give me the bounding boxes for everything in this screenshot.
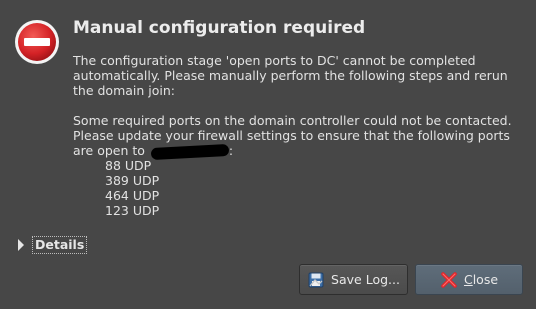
message-line-prefix: are open to xyxy=(73,143,149,158)
details-expander[interactable]: Details xyxy=(18,236,88,254)
expander-arrow-icon xyxy=(18,239,24,251)
save-log-label: Save Log... xyxy=(331,272,400,287)
message-paragraph-2: Some required ports on the domain contro… xyxy=(73,113,528,160)
dialog-title: Manual configuration required xyxy=(73,18,366,38)
port-item: 88 UDP xyxy=(105,158,152,173)
message-paragraph-1: The configuration stage 'open ports to D… xyxy=(73,53,508,98)
dialog-message: The configuration stage 'open ports to D… xyxy=(73,53,528,218)
port-list: 88 UDP 389 UDP 464 UDP 123 UDP xyxy=(105,158,528,218)
message-line: are open to : xyxy=(73,143,528,160)
close-icon xyxy=(441,271,457,288)
message-line: Please update your firewall settings to … xyxy=(73,128,510,143)
port-item: 464 UDP xyxy=(105,188,160,203)
close-label-rest: lose xyxy=(472,272,499,287)
redacted-address xyxy=(150,143,230,160)
port-item: 389 UDP xyxy=(105,173,160,188)
save-log-button[interactable]: Save Log... xyxy=(299,264,408,295)
close-label: Close xyxy=(464,272,498,287)
close-button[interactable]: Close xyxy=(415,264,523,295)
details-label: Details xyxy=(32,236,88,254)
message-line: Some required ports on the domain contro… xyxy=(73,113,512,128)
port-item: 123 UDP xyxy=(105,203,160,218)
stop-icon xyxy=(15,20,59,64)
save-log-icon xyxy=(308,272,324,287)
message-line-suffix: : xyxy=(228,143,234,158)
close-label-mnemonic: C xyxy=(463,272,473,287)
